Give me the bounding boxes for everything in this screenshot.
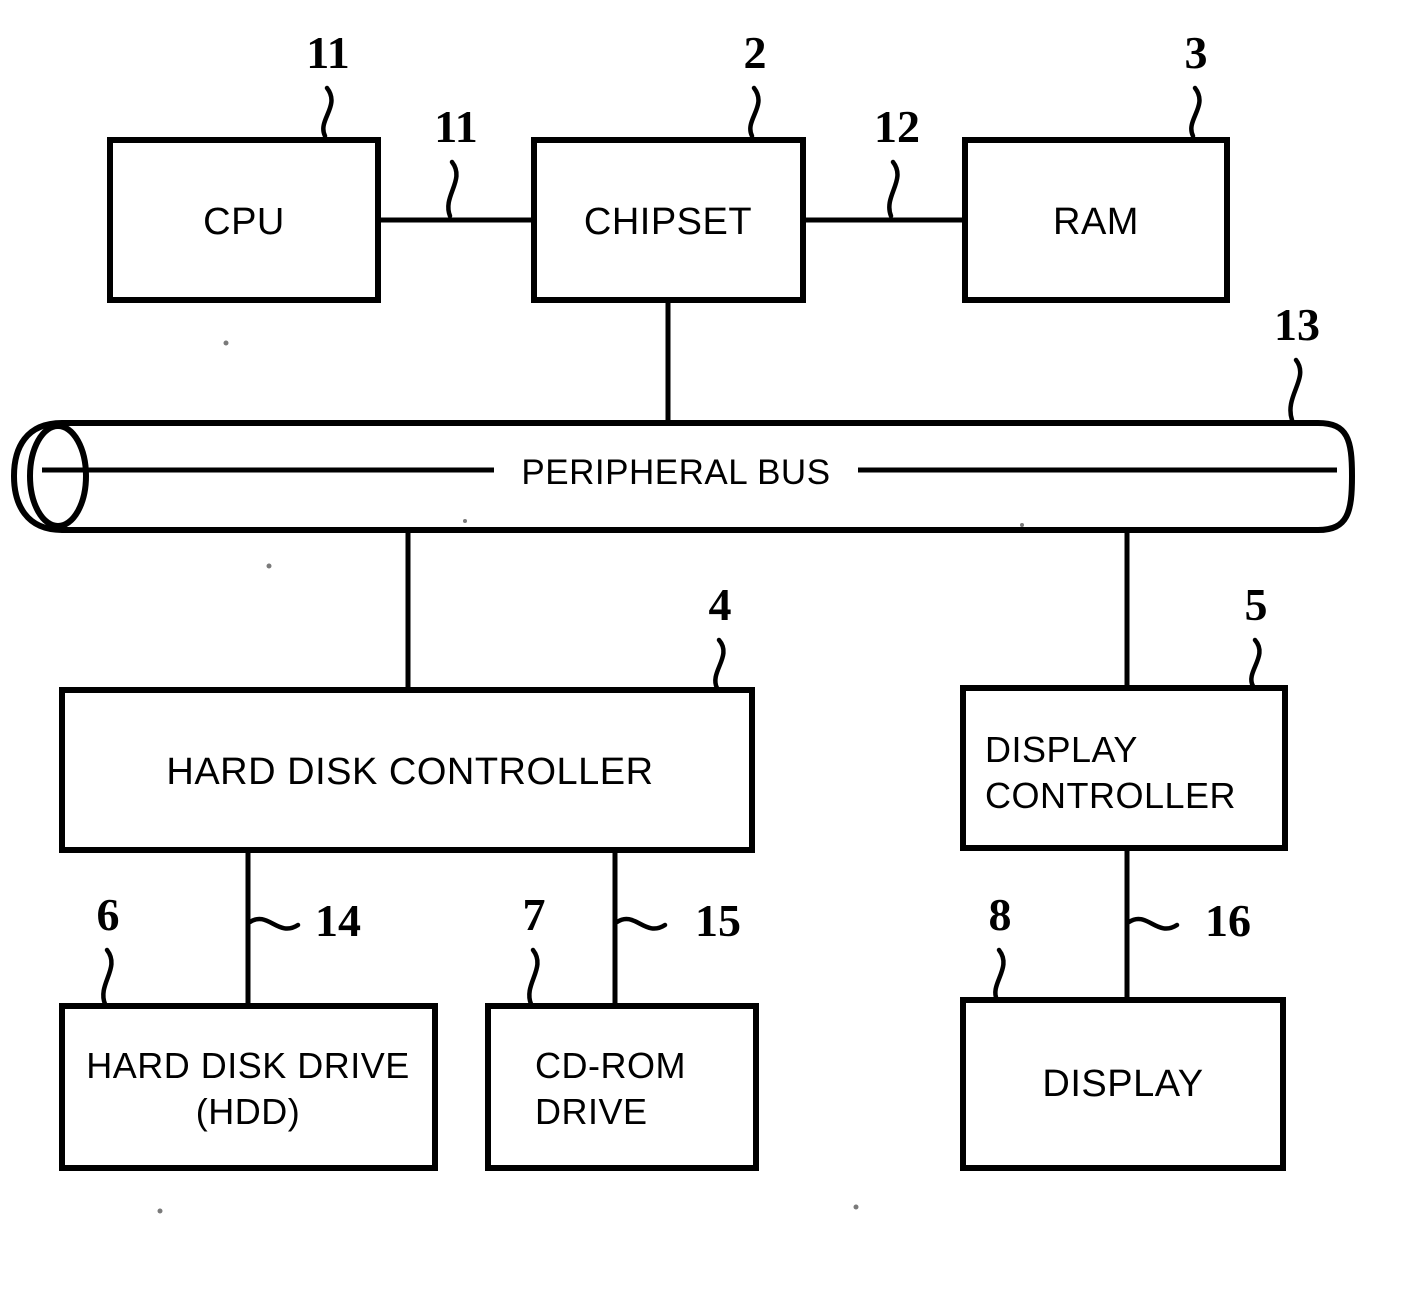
hard-disk-drive-label-line-2: (HDD) — [196, 1091, 300, 1132]
ref-numeral-8: 8 — [989, 889, 1012, 940]
ref-numeral-14-group: 14 — [247, 895, 361, 946]
display-controller-label-line-2: CONTROLLER — [985, 775, 1236, 816]
ref-numeral-13-group: 13 — [1274, 299, 1320, 423]
block-display-controller: DISPLAY CONTROLLER — [960, 685, 1288, 851]
block-cdrom-drive: CD-ROM DRIVE — [485, 1003, 759, 1171]
ref-numeral-12: 12 — [874, 101, 920, 152]
ref-numeral-7-group: 7 — [523, 889, 546, 1007]
leader-squiggle-14 — [247, 916, 301, 931]
block-chipset: CHIPSET — [531, 137, 806, 303]
ref-numeral-4: 4 — [709, 579, 732, 630]
ref-numeral-16-group: 16 — [1126, 895, 1251, 946]
ref-numeral-5-group: 5 — [1245, 579, 1268, 689]
ref-numeral-14: 14 — [315, 895, 361, 946]
ref-numeral-15-group: 15 — [614, 895, 741, 946]
leader-squiggle-8 — [993, 947, 1006, 1003]
block-hard-disk-drive: HARD DISK DRIVE (HDD) — [59, 1003, 438, 1171]
ref-numeral-6-group: 6 — [97, 889, 120, 1007]
ref-numeral-3: 3 — [1185, 27, 1208, 78]
leader-squiggle-12 — [887, 159, 900, 219]
leader-squiggle-2 — [748, 85, 761, 139]
leader-squiggle-5 — [1249, 637, 1262, 689]
ref-numeral-2: 2 — [744, 27, 767, 78]
figure-canvas: PERIPHERAL BUS CPU CHIPSET RAM HARD DISK… — [0, 0, 1408, 1292]
display-label: DISPLAY — [1042, 1063, 1203, 1105]
chipset-label: CHIPSET — [584, 201, 752, 243]
ref-numeral-12-group: 12 — [874, 101, 920, 219]
leader-squiggle-11 — [446, 159, 459, 219]
block-hard-disk-controller: HARD DISK CONTROLLER — [59, 687, 755, 853]
ref-numeral-16: 16 — [1205, 895, 1251, 946]
cdrom-drive-box — [485, 1003, 759, 1171]
cpu-label: CPU — [203, 201, 285, 243]
display-controller-label-line-1: DISPLAY — [985, 729, 1138, 770]
leader-squiggle-16 — [1126, 916, 1180, 931]
ref-numeral-7: 7 — [523, 889, 546, 940]
ref-numeral-15: 15 — [695, 895, 741, 946]
ref-numeral-11-group: 11 — [434, 101, 478, 219]
leader-squiggle-13 — [1288, 357, 1303, 423]
leader-squiggle-4 — [713, 637, 726, 691]
leader-squiggle-6 — [101, 947, 114, 1007]
ref-numeral-2-group: 2 — [744, 27, 767, 139]
ram-label: RAM — [1053, 201, 1139, 243]
peripheral-bus: PERIPHERAL BUS — [10, 420, 1356, 533]
ref-numeral-1-group: 11 — [306, 27, 350, 139]
ref-numeral-13: 13 — [1274, 299, 1320, 350]
ref-numeral-11: 11 — [434, 101, 477, 152]
leader-squiggle-1 — [321, 85, 334, 139]
ref-numeral-4-group: 4 — [709, 579, 732, 691]
bus-label: PERIPHERAL BUS — [521, 453, 830, 492]
hard-disk-drive-label-line-1: HARD DISK DRIVE — [86, 1045, 410, 1086]
ref-numeral-8-group: 8 — [989, 889, 1012, 1003]
cdrom-drive-label-line-2: DRIVE — [535, 1091, 648, 1132]
leader-squiggle-7 — [527, 947, 540, 1007]
ref-numeral-3-group: 3 — [1185, 27, 1208, 139]
block-ram: RAM — [962, 137, 1230, 303]
hard-disk-drive-box — [59, 1003, 438, 1171]
block-diagram: PERIPHERAL BUS CPU CHIPSET RAM HARD DISK… — [10, 27, 1356, 1214]
hard-disk-controller-label: HARD DISK CONTROLLER — [166, 751, 653, 793]
leader-squiggle-3 — [1189, 85, 1202, 139]
cdrom-drive-label-line-1: CD-ROM — [535, 1045, 686, 1086]
block-cpu: CPU — [107, 137, 381, 303]
ref-numeral-6: 6 — [97, 889, 120, 940]
ref-numeral-5: 5 — [1245, 579, 1268, 630]
block-display: DISPLAY — [960, 997, 1286, 1171]
ref-numeral-1: 11 — [306, 27, 349, 78]
leader-squiggle-15 — [614, 916, 668, 931]
